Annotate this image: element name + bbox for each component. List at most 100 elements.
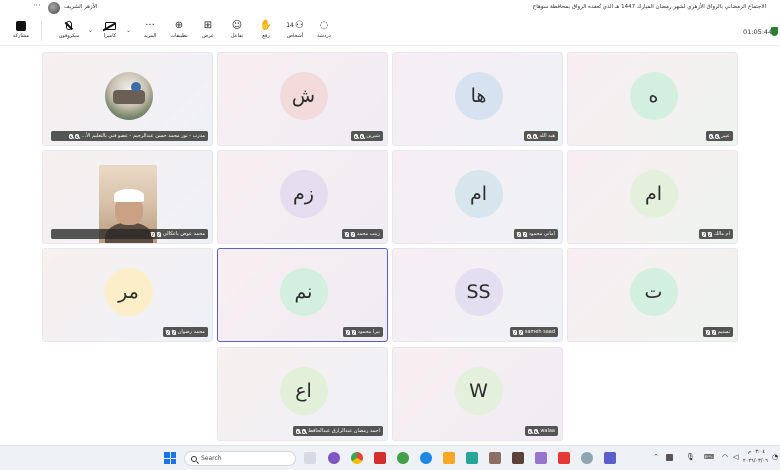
muted-mic-icon [711, 329, 716, 335]
chat-button[interactable]: ◌ دردشة [310, 19, 338, 45]
participant-name: زينب محمد [356, 231, 380, 237]
archive-app-icon[interactable] [512, 452, 524, 464]
muted-mic-icon [715, 133, 720, 139]
document-app-icon[interactable] [489, 452, 501, 464]
apps-label: تطبيقات [170, 33, 188, 39]
participant-name-tag: نيرا محمود [342, 327, 383, 337]
people-button[interactable]: 14 ⚇ أشخاص [281, 19, 309, 45]
more-icon: ··· [145, 20, 155, 31]
participant-tile[interactable]: ها هبه الله [392, 52, 563, 146]
participant-tile[interactable]: SS sameh saad [392, 248, 563, 342]
camera-off-icon [104, 19, 116, 32]
participant-tile[interactable]: اع احمد رمضان عبدالرازق عبدالحافظ [217, 347, 388, 441]
view-button[interactable]: ⊞ عرض [194, 19, 222, 45]
participant-name: sameh saad [524, 329, 555, 335]
muted-mic-icon [705, 329, 710, 335]
participant-tile[interactable]: ش شيرين [217, 52, 388, 146]
edge-icon[interactable] [420, 452, 432, 464]
participant-tile[interactable]: ام ام مالك [567, 150, 738, 244]
participant-tile[interactable]: زم زينب محمد [217, 150, 388, 244]
muted-mic-icon [75, 133, 80, 139]
participant-avatar: W [454, 367, 503, 415]
raise-hand-button[interactable]: ✋ رفع [252, 19, 280, 45]
muted-mic-icon [709, 133, 714, 139]
people-label: أشخاص [286, 33, 304, 39]
mic-options-chevron-icon[interactable]: ⌄ [88, 27, 93, 34]
react-label: تفاعل [230, 33, 244, 39]
view-label: عرض [202, 33, 214, 39]
participant-name-tag: زينب محمد [341, 229, 383, 239]
participant-name-tag: اماني محمود [513, 229, 558, 239]
volume-icon[interactable]: ◁ [733, 453, 738, 461]
participant-tile[interactable]: ام اماني محمود [392, 150, 563, 244]
file-explorer-icon[interactable] [443, 452, 455, 464]
check-app-icon[interactable] [397, 452, 409, 464]
media-app-icon[interactable] [535, 452, 547, 464]
start-menu-icon[interactable] [164, 452, 176, 464]
tray-mic-icon[interactable]: 🎙 [686, 453, 695, 461]
taskbar-search-input[interactable]: Search [184, 451, 296, 466]
clock-date[interactable]: ٢٠٢٦/٠٣/٠٦ [743, 458, 768, 464]
task-view-icon[interactable] [304, 452, 316, 464]
tray-language-icon[interactable]: ⌨ [704, 453, 714, 461]
muted-mic-icon [522, 231, 527, 237]
tray-chevron-icon[interactable]: ^ [654, 454, 658, 460]
clock-time[interactable]: ٠٣:٠٤ م [748, 449, 765, 455]
participant-name: مدرب - نور محمد حسن عبدالرحيم - عضو فني … [81, 133, 205, 139]
muted-mic-icon [344, 231, 349, 237]
camera-options-chevron-icon[interactable]: ⌄ [126, 27, 131, 34]
muted-mic-icon [165, 329, 170, 335]
participant-tile[interactable]: مدرب - نور محمد حسن عبدالرحيم - عضو فني … [42, 52, 213, 146]
windows-taskbar: Search ^ 🎙 ⌨ ◠ ◁ ٠٣:٠٤ م ٢٠٢٦/٠٣/٠٦ ◔ [0, 445, 780, 470]
meeting-timer: 01:05:44 [743, 28, 773, 36]
wifi-icon[interactable]: ◠ [722, 453, 728, 461]
muted-mic-icon [296, 428, 301, 434]
muted-mic-icon [528, 428, 533, 434]
participant-name-tag: sameh saad [509, 327, 558, 337]
tray-app-icon[interactable] [666, 454, 673, 461]
mic-button[interactable]: ميكروفون [55, 19, 83, 45]
camera-button[interactable]: كاميرا [96, 19, 124, 45]
more-actions-button[interactable]: ··· المزيد [136, 19, 164, 45]
pdf-reader-icon[interactable] [374, 452, 386, 464]
react-button[interactable]: ☺ تفاعل [223, 19, 251, 45]
organization-name: الأزهر الشريف [64, 4, 98, 10]
participant-tile[interactable]: ه عبير [567, 52, 738, 146]
muted-mic-icon [533, 133, 538, 139]
notifications-icon[interactable]: ◔ [772, 453, 778, 461]
store-app-icon[interactable] [558, 452, 570, 464]
muted-mic-icon [534, 428, 539, 434]
muted-mic-icon [345, 329, 350, 335]
participant-name-tag: محمد عوض باعكالي [51, 229, 208, 239]
apps-button[interactable]: ⊕ تطبيقات [165, 19, 193, 45]
participant-tile[interactable]: Wwalaa [392, 347, 563, 441]
mic-off-icon [66, 19, 72, 32]
people-count: 14 [286, 22, 294, 29]
participant-avatar: نم [279, 268, 328, 316]
security-app-icon[interactable] [581, 452, 593, 464]
chrome-icon[interactable] [351, 452, 363, 464]
more-options-icon[interactable]: ··· [33, 2, 41, 10]
participant-tile[interactable]: نم نيرا محمود [217, 248, 388, 342]
participant-tile[interactable]: محمد عوض باعكالي [42, 150, 213, 244]
participant-name: احمد رمضان عبدالرازق عبدالحافظ [308, 428, 380, 434]
copilot-icon[interactable] [328, 452, 340, 464]
participant-tile[interactable]: مر محمد رضوان [42, 248, 213, 342]
view-icon: ⊞ [203, 20, 213, 31]
muted-mic-icon [171, 329, 176, 335]
raise-hand-icon: ✋ [259, 20, 273, 31]
muted-mic-icon [354, 133, 359, 139]
participant-name-tag: هبه الله [524, 131, 558, 141]
participant-name-tag: تسنيم [702, 327, 733, 337]
organization-logo-icon [48, 2, 60, 14]
participant-name: walaa [540, 428, 555, 434]
participant-name: شيرين [366, 133, 380, 139]
participant-tile[interactable]: ت تسنيم [567, 248, 738, 342]
muted-mic-icon [518, 329, 523, 335]
settings-app-icon[interactable] [466, 452, 478, 464]
raise-hand-label: رفع [262, 33, 270, 39]
participant-name: نيرا محمود [357, 329, 380, 335]
participant-name: ام مالك [713, 231, 730, 237]
teams-icon[interactable] [604, 452, 616, 464]
share-button[interactable]: مشاركة [5, 19, 37, 45]
